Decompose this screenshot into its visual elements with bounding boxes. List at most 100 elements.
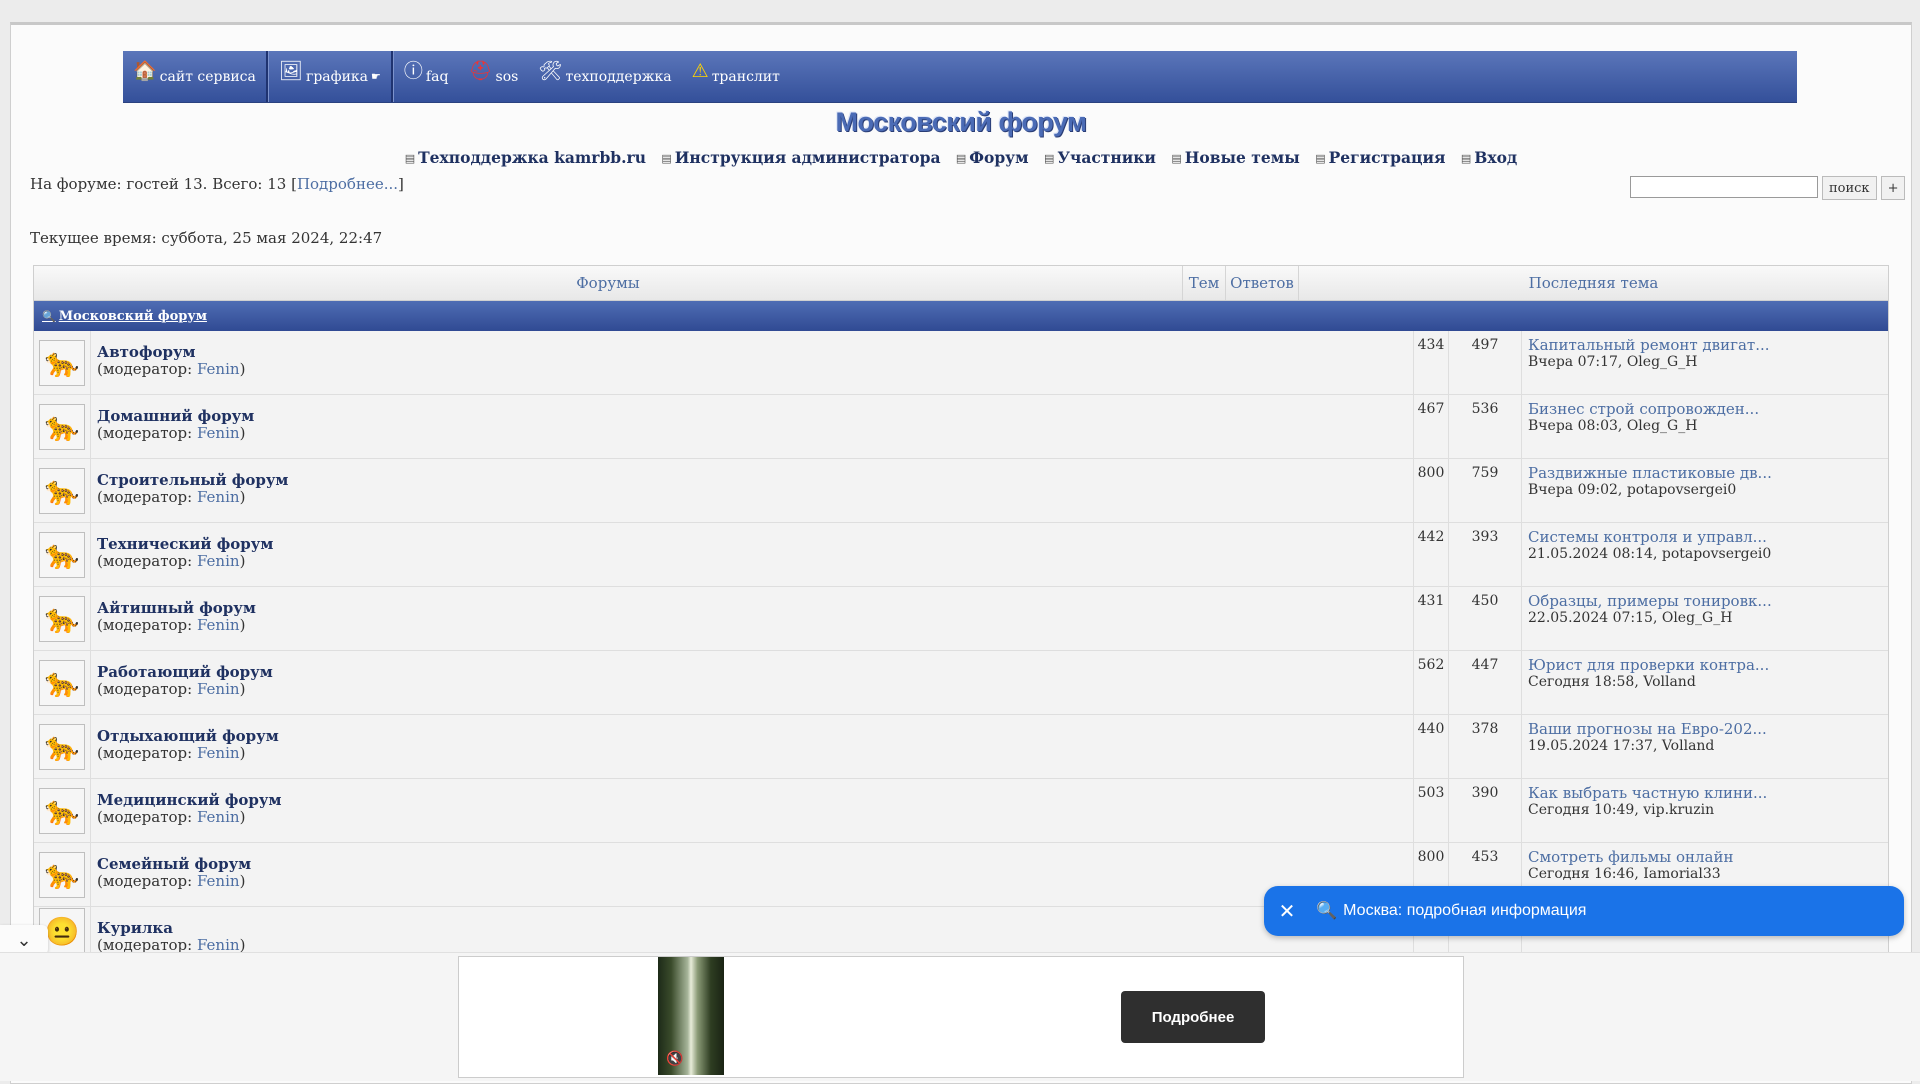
moderator-prefix: (модератор: (97, 360, 197, 378)
topics-count: 434 (1414, 331, 1449, 394)
table-row: 🐆 Технический форум (модератор: Fenin) 4… (34, 523, 1888, 587)
table-row: 🐆 Автофорум (модератор: Fenin) 434 497 К… (34, 331, 1888, 395)
table-row: 🐆 Отдыхающий форум (модератор: Fenin) 44… (34, 715, 1888, 779)
chevron-down-icon: ⌄ (16, 929, 32, 951)
mute-icon[interactable]: 🔇 (666, 1051, 683, 1067)
forum-name-link[interactable]: Работающий форум (97, 663, 273, 681)
last-topic-link[interactable]: Как выбрать частную клини... (1528, 784, 1767, 802)
moderator-link[interactable]: Fenin (197, 360, 240, 378)
last-topic-link[interactable]: Раздвижные пластиковые дв... (1528, 464, 1772, 482)
collapse-chevron-button[interactable]: ⌄ (0, 925, 48, 955)
moderator-suffix: ) (239, 808, 246, 826)
link-forum[interactable]: Форум (956, 148, 1029, 167)
category-header[interactable]: 🔍 Московский форум (34, 301, 1888, 331)
toast-text: Москва: подробная информация (1343, 902, 1587, 919)
tools-icon: 🛠 (538, 60, 563, 82)
forum-name-link[interactable]: Домашний форум (97, 407, 254, 425)
nav-item-faq[interactable]: ⓘ faq (394, 51, 459, 102)
search-input[interactable] (1630, 176, 1818, 198)
ad-more-button[interactable]: Подробнее (1121, 991, 1265, 1043)
nav-item-sos[interactable]: ⛑ sos (458, 51, 528, 102)
link-admin-guide[interactable]: Инструкция администратора (661, 148, 940, 167)
forum-name-link[interactable]: Технический форум (97, 535, 273, 553)
search-button[interactable]: поиск (1822, 176, 1877, 200)
search-box: поиск + (1630, 176, 1906, 200)
last-topic-link[interactable]: Бизнес строй сопровожден... (1528, 400, 1759, 418)
forum-name-link[interactable]: Курилка (97, 919, 173, 937)
moderator-suffix: ) (239, 424, 246, 442)
table-row: 🐆 Работающий форум (модератор: Fenin) 56… (34, 651, 1888, 715)
search-icon: 🔍 (1316, 901, 1338, 920)
last-topic-meta: Вчера 08:03, Oleg_G_H (1528, 418, 1698, 434)
last-topic-cell: Раздвижные пластиковые дв... Вчера 09:02… (1522, 459, 1888, 522)
ad-forest-image[interactable]: 🔇 (658, 957, 724, 1075)
location-toast[interactable]: ✕ 🔍 Москва: подробная информация (1264, 886, 1904, 936)
last-topic-link[interactable]: Юрист для проверки контра... (1528, 656, 1769, 674)
topics-count: 562 (1414, 651, 1449, 714)
last-topic-link[interactable]: Капитальный ремонт двигат... (1528, 336, 1770, 354)
forum-name-link[interactable]: Автофорум (97, 343, 196, 361)
nav-label: графика (306, 68, 369, 85)
moderator-suffix: ) (239, 872, 246, 890)
link-register[interactable]: Регистрация (1315, 148, 1445, 167)
forum-moderator: (модератор: Fenin) (97, 489, 1407, 506)
replies-count: 378 (1449, 715, 1522, 778)
nav-item-service-site[interactable]: 🏠 сайт сервиса (123, 51, 266, 102)
topics-count: 431 (1414, 587, 1449, 650)
last-topic-cell: Образцы, примеры тонировк... 22.05.2024 … (1522, 587, 1888, 650)
forum-name-link[interactable]: Айтишный форум (97, 599, 256, 617)
snow-leopard-icon: 🐆 (39, 851, 85, 898)
forum-moderator: (модератор: Fenin) (97, 745, 1407, 762)
top-navigation-bar: 🏠 сайт сервиса 🖼 графика ☛ ⓘ faq ⛑ sos 🛠… (123, 51, 1797, 103)
link-login[interactable]: Вход (1461, 148, 1517, 167)
replies-count: 393 (1449, 523, 1522, 586)
last-topic-cell: Как выбрать частную клини... Сегодня 10:… (1522, 779, 1888, 842)
last-topic-link[interactable]: Ваши прогнозы на Евро-202... (1528, 720, 1767, 738)
link-new-topics[interactable]: Новые темы (1171, 148, 1299, 167)
forum-moderator: (модератор: Fenin) (97, 553, 1407, 570)
moderator-link[interactable]: Fenin (197, 488, 240, 506)
online-details-link[interactable]: Подробнее... (297, 175, 398, 193)
replies-count: 497 (1449, 331, 1522, 394)
forum-name-link[interactable]: Строительный форум (97, 471, 288, 489)
search-advanced-button[interactable]: + (1880, 176, 1906, 200)
table-row: 🐆 Медицинский форум (модератор: Fenin) 5… (34, 779, 1888, 843)
replies-count: 536 (1449, 395, 1522, 458)
link-members[interactable]: Участники (1044, 148, 1156, 167)
nav-item-graphics[interactable]: 🖼 графика ☛ (269, 51, 391, 102)
last-topic-cell: Капитальный ремонт двигат... Вчера 07:17… (1522, 331, 1888, 394)
header-topics: Тем (1183, 266, 1226, 300)
moderator-link[interactable]: Fenin (197, 808, 240, 826)
moderator-prefix: (модератор: (97, 552, 197, 570)
last-topic-link[interactable]: Образцы, примеры тонировк... (1528, 592, 1772, 610)
close-icon[interactable]: ✕ (1264, 899, 1310, 924)
nav-item-translit[interactable]: ⚠ транслит (682, 51, 790, 102)
replies-count: 450 (1449, 587, 1522, 650)
last-topic-meta: Сегодня 16:46, Iamorial33 (1528, 866, 1721, 882)
forum-name-link[interactable]: Отдыхающий форум (97, 727, 279, 745)
online-close-bracket: ] (398, 175, 404, 193)
snow-leopard-icon: 🐆 (39, 787, 85, 834)
forum-name-cell: Курилка (модератор: Fenin) (91, 907, 1414, 955)
link-support[interactable]: Техподдержка kamrbb.ru (405, 148, 646, 167)
graphics-icon: 🖼 (278, 60, 303, 82)
moderator-link[interactable]: Fenin (197, 744, 240, 762)
header-replies: Ответов (1226, 266, 1299, 300)
nav-label: sos (495, 68, 519, 85)
last-topic-link[interactable]: Смотреть фильмы онлайн (1528, 848, 1734, 866)
forum-name-link[interactable]: Семейный форум (97, 855, 251, 873)
last-topic-meta: 19.05.2024 17:37, Volland (1528, 738, 1715, 754)
table-row: 🐆 Строительный форум (модератор: Fenin) … (34, 459, 1888, 523)
nav-item-support[interactable]: 🛠 техподдержка (528, 51, 681, 102)
last-topic-link[interactable]: Системы контроля и управл... (1528, 528, 1767, 546)
moderator-suffix: ) (239, 616, 246, 634)
moderator-link[interactable]: Fenin (197, 872, 240, 890)
forum-name-link[interactable]: Медицинский форум (97, 791, 282, 809)
moderator-link[interactable]: Fenin (197, 680, 240, 698)
moderator-link[interactable]: Fenin (197, 552, 240, 570)
moderator-link[interactable]: Fenin (197, 616, 240, 634)
moderator-link[interactable]: Fenin (197, 424, 240, 442)
nav-label: faq (425, 68, 449, 85)
snow-leopard-icon: 🐆 (39, 531, 85, 578)
advertisement-banner[interactable]: 🔇 Подробнее (458, 956, 1464, 1078)
